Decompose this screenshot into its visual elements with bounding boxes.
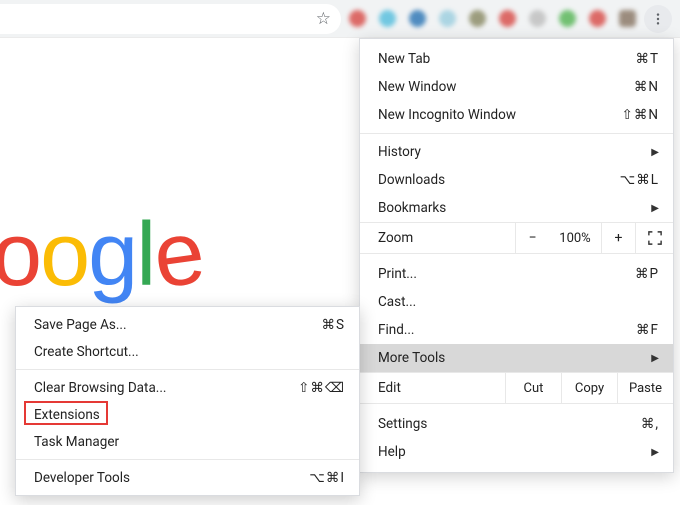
menu-label: Settings [378, 416, 641, 432]
submenu-clear-browsing-data[interactable]: Clear Browsing Data... ⇧⌘⌫ [16, 374, 359, 401]
extension-icon[interactable] [439, 10, 456, 27]
menu-shortcut: ⌥⌘I [309, 470, 345, 486]
edit-copy-button[interactable]: Copy [561, 373, 617, 403]
menu-shortcut: ⇧⌘N [622, 107, 659, 123]
menu-label: Save Page As... [34, 317, 321, 333]
chrome-main-menu: New Tab ⌘T New Window ⌘N New Incognito W… [359, 38, 674, 473]
menu-label: New Incognito Window [378, 107, 622, 123]
zoom-label: Zoom [360, 230, 515, 246]
extension-icon[interactable] [529, 10, 546, 27]
menu-label: Developer Tools [34, 470, 309, 486]
menu-label: Clear Browsing Data... [34, 380, 298, 396]
menu-new-window[interactable]: New Window ⌘N [360, 73, 673, 101]
menu-label: Print... [378, 266, 635, 282]
edit-cut-button[interactable]: Cut [505, 373, 561, 403]
edit-paste-button[interactable]: Paste [617, 373, 673, 403]
extension-icon[interactable] [589, 10, 606, 27]
menu-shortcut: ⌘T [635, 51, 659, 67]
extension-icon[interactable] [559, 10, 576, 27]
menu-shortcut: ⌘N [634, 79, 659, 95]
menu-shortcut: ⌘, [641, 416, 659, 432]
menu-find[interactable]: Find... ⌘F [360, 316, 673, 344]
menu-label: Downloads [378, 172, 620, 188]
menu-print[interactable]: Print... ⌘P [360, 260, 673, 288]
submenu-arrow-icon: ▶ [651, 147, 659, 158]
extension-icon[interactable] [499, 10, 516, 27]
vertical-dots-icon [651, 12, 665, 26]
menu-shortcut: ⌘P [635, 266, 659, 282]
menu-settings[interactable]: Settings ⌘, [360, 410, 673, 438]
submenu-developer-tools[interactable]: Developer Tools ⌥⌘I [16, 464, 359, 491]
menu-shortcut: ⌥⌘L [620, 172, 659, 188]
submenu-arrow-icon: ▶ [651, 447, 659, 458]
menu-label: Find... [378, 322, 636, 338]
menu-new-tab[interactable]: New Tab ⌘T [360, 45, 673, 73]
submenu-arrow-icon: ▶ [651, 203, 659, 214]
extension-icon[interactable] [409, 10, 426, 27]
bookmark-star-icon[interactable]: ☆ [316, 9, 331, 29]
menu-label: Cast... [378, 294, 659, 310]
menu-shortcut: ⇧⌘⌫ [298, 380, 345, 396]
menu-label: New Window [378, 79, 634, 95]
menu-label: History [378, 144, 643, 160]
extensions-strip [347, 10, 638, 27]
address-bar-tail[interactable]: ☆ [0, 4, 341, 34]
zoom-in-button[interactable]: + [601, 223, 635, 253]
zoom-level: 100% [549, 223, 601, 253]
menu-label: Create Shortcut... [34, 344, 345, 360]
menu-label: Task Manager [34, 434, 345, 450]
menu-edit-row: Edit Cut Copy Paste [360, 372, 673, 404]
chrome-menu-button[interactable] [644, 5, 672, 33]
menu-history[interactable]: History ▶ [360, 138, 673, 166]
edit-label: Edit [360, 380, 505, 396]
menu-label: New Tab [378, 51, 635, 67]
extension-icon[interactable] [469, 10, 486, 27]
menu-zoom-row: Zoom − 100% + [360, 222, 673, 254]
menu-bookmarks[interactable]: Bookmarks ▶ [360, 194, 673, 222]
menu-cast[interactable]: Cast... [360, 288, 673, 316]
submenu-create-shortcut[interactable]: Create Shortcut... [16, 338, 359, 365]
menu-new-incognito[interactable]: New Incognito Window ⇧⌘N [360, 101, 673, 129]
zoom-out-button[interactable]: − [515, 223, 549, 253]
extension-icon[interactable] [349, 10, 366, 27]
profile-avatar[interactable] [619, 10, 636, 27]
submenu-save-page-as[interactable]: Save Page As... ⌘S [16, 311, 359, 338]
more-tools-submenu: Save Page As... ⌘S Create Shortcut... Cl… [15, 306, 360, 496]
menu-shortcut: ⌘S [321, 317, 345, 333]
submenu-arrow-icon: ▶ [651, 353, 659, 364]
submenu-task-manager[interactable]: Task Manager [16, 428, 359, 455]
fullscreen-button[interactable] [635, 223, 673, 253]
menu-label: Bookmarks [378, 200, 643, 216]
extension-icon[interactable] [379, 10, 396, 27]
browser-toolbar: ☆ [0, 0, 680, 38]
fullscreen-icon [648, 231, 662, 245]
menu-label: Help [378, 444, 643, 460]
menu-more-tools[interactable]: More Tools ▶ [360, 344, 673, 372]
menu-label: Extensions [34, 407, 345, 423]
menu-label: More Tools [378, 350, 643, 366]
menu-shortcut: ⌘F [636, 322, 659, 338]
google-logo: oogle [0, 210, 202, 300]
menu-help[interactable]: Help ▶ [360, 438, 673, 466]
submenu-extensions[interactable]: Extensions [16, 401, 359, 428]
menu-downloads[interactable]: Downloads ⌥⌘L [360, 166, 673, 194]
